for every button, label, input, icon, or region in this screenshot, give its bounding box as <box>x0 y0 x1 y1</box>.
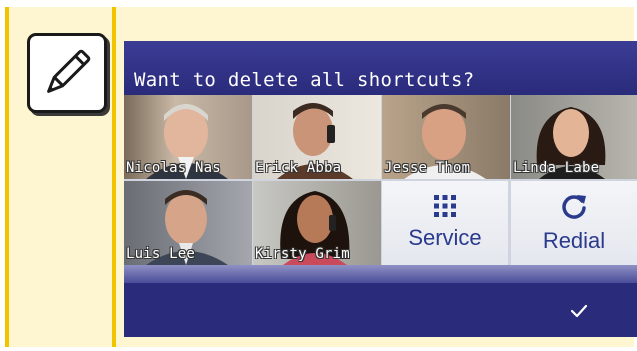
contact-name: Kirsty Grim <box>255 246 350 262</box>
screen-header: Want to delete all shortcuts? <box>124 41 637 95</box>
phone-screen: Want to delete all shortcuts? Nicolas Na… <box>124 41 637 337</box>
instruction-frame: Want to delete all shortcuts? Nicolas Na… <box>0 0 637 351</box>
pencil-icon <box>27 33 107 113</box>
footer-separator <box>124 265 637 283</box>
redial-icon <box>562 195 586 219</box>
confirm-button[interactable] <box>544 291 614 331</box>
checkmark-icon <box>570 304 588 318</box>
shortcut-tile-contact[interactable]: Luis Lee <box>124 181 252 265</box>
redial-label: Redial <box>542 228 606 253</box>
service-button[interactable]: Service <box>382 181 508 265</box>
confirmation-prompt: Want to delete all shortcuts? <box>134 69 475 91</box>
note-accent-bar <box>5 7 9 347</box>
contact-name: Nicolas Nas <box>126 160 221 176</box>
shortcut-grid: Nicolas Nas Erick Abba Jesse Thom Linda … <box>124 95 637 265</box>
redial-button[interactable]: Redial <box>511 181 637 265</box>
contact-name: Jesse Thom <box>384 160 471 176</box>
contact-name: Luis Lee <box>126 246 196 262</box>
service-label: Service <box>408 225 482 250</box>
contact-name: Erick Abba <box>255 160 342 176</box>
shortcut-tile-contact[interactable]: Linda Labe <box>511 95 637 179</box>
shortcut-tile-contact[interactable]: Nicolas Nas <box>124 95 252 179</box>
contact-name: Linda Labe <box>513 160 600 176</box>
shortcut-tile-contact[interactable]: Kirsty Grim <box>253 181 381 265</box>
shortcut-tile-contact[interactable]: Jesse Thom <box>382 95 510 179</box>
note-divider-bar <box>112 7 116 347</box>
shortcut-tile-contact[interactable]: Erick Abba <box>253 95 381 179</box>
grid-icon <box>434 195 456 217</box>
